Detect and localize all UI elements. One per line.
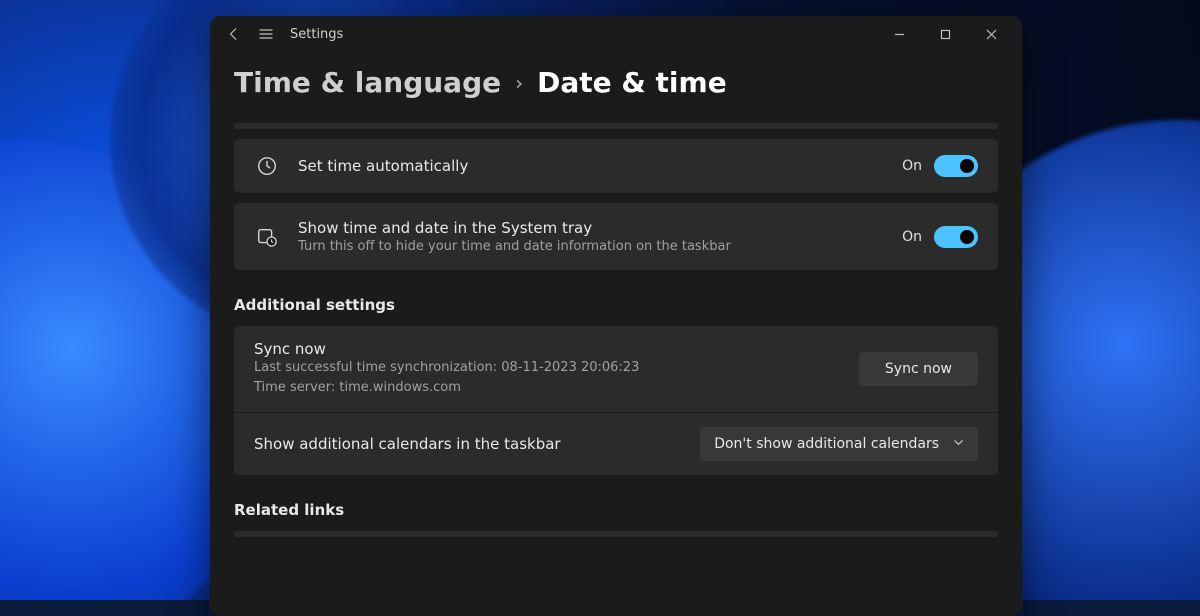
close-button[interactable] bbox=[968, 18, 1014, 50]
window-title: Settings bbox=[290, 27, 343, 42]
setting-sync-now: Sync now Last successful time synchroniz… bbox=[234, 326, 998, 412]
back-button[interactable] bbox=[218, 18, 250, 50]
titlebar: Settings bbox=[210, 16, 1022, 52]
section-header-related: Related links bbox=[234, 501, 998, 519]
setting-title: Show additional calendars in the taskbar bbox=[254, 435, 682, 453]
additional-calendars-dropdown[interactable]: Don't show additional calendars bbox=[700, 427, 978, 461]
settings-content: Time & language › Date & time Set time a… bbox=[210, 52, 1022, 616]
setting-subtitle: Turn this off to hide your time and date… bbox=[298, 239, 884, 254]
breadcrumb-current: Date & time bbox=[537, 66, 727, 99]
chevron-right-icon: › bbox=[515, 71, 523, 95]
setting-title: Show time and date in the System tray bbox=[298, 219, 884, 237]
breadcrumb: Time & language › Date & time bbox=[234, 66, 998, 99]
toggle-state-label: On bbox=[902, 158, 922, 174]
setting-show-tray: Show time and date in the System tray Tu… bbox=[234, 203, 998, 270]
time-server-line: Time server: time.windows.com bbox=[254, 379, 841, 398]
card-edge bbox=[234, 531, 998, 537]
minimize-button[interactable] bbox=[876, 18, 922, 50]
maximize-button[interactable] bbox=[922, 18, 968, 50]
card-edge bbox=[234, 123, 998, 129]
calendar-clock-icon bbox=[254, 226, 280, 248]
settings-window: Settings Time & language › Date & time S… bbox=[210, 16, 1022, 616]
toggle-state-label: On bbox=[902, 229, 922, 245]
section-header-additional: Additional settings bbox=[234, 296, 998, 314]
hamburger-menu-icon[interactable] bbox=[250, 18, 282, 50]
show-tray-toggle[interactable] bbox=[934, 226, 978, 248]
sync-now-button[interactable]: Sync now bbox=[859, 352, 978, 386]
setting-additional-calendars: Show additional calendars in the taskbar… bbox=[234, 412, 998, 475]
chevron-down-icon bbox=[953, 437, 964, 451]
setting-title: Sync now bbox=[254, 340, 841, 358]
last-sync-line: Last successful time synchronization: 08… bbox=[254, 359, 841, 378]
setting-title: Set time automatically bbox=[298, 157, 884, 175]
set-time-auto-toggle[interactable] bbox=[934, 155, 978, 177]
setting-set-time-auto: Set time automatically On bbox=[234, 139, 998, 193]
breadcrumb-parent[interactable]: Time & language bbox=[234, 66, 501, 99]
clock-icon bbox=[254, 155, 280, 177]
additional-settings-group: Sync now Last successful time synchroniz… bbox=[234, 326, 998, 475]
dropdown-selected: Don't show additional calendars bbox=[714, 436, 939, 452]
